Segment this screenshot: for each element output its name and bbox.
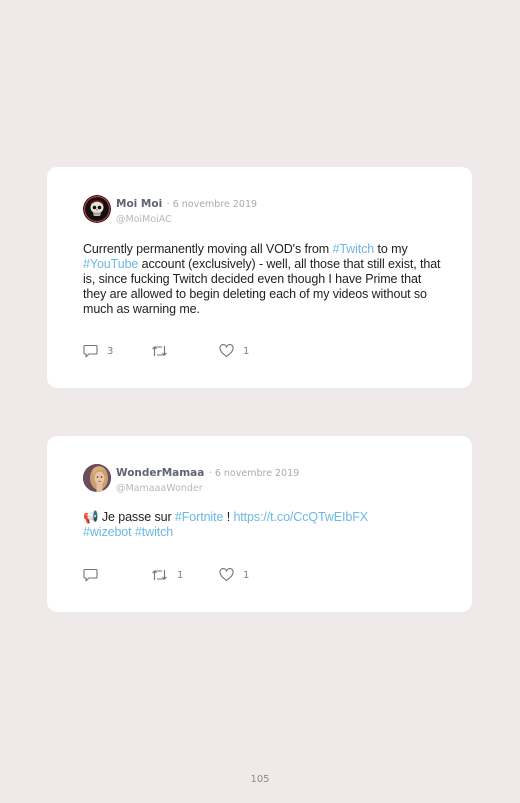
- tweet-text: 📢 Je passe sur #Fortnite ! https://t.co/…: [83, 510, 443, 540]
- retweet-icon: [152, 570, 167, 580]
- like-count: 1: [243, 569, 250, 581]
- author-name[interactable]: Moi Moi: [116, 198, 162, 210]
- page-number: 105: [250, 774, 270, 785]
- hashtag-link[interactable]: #Fortnite: [175, 510, 224, 524]
- reply-button[interactable]: [83, 567, 107, 583]
- avatar[interactable]: [83, 195, 111, 223]
- tweet-header: Moi Moi · 6 novembre 2019 @MoiMoiAC: [116, 196, 257, 226]
- heart-icon: [219, 344, 234, 358]
- hashtag-link[interactable]: #wizebot: [83, 525, 132, 539]
- reply-icon: [83, 344, 98, 358]
- author-name[interactable]: WonderMamaa: [116, 467, 204, 479]
- like-count: 1: [243, 345, 250, 357]
- retweet-button[interactable]: 1: [151, 567, 183, 583]
- reply-count: 3: [107, 345, 114, 357]
- text-segment: Je passe sur: [98, 510, 175, 524]
- text-segment: !: [223, 510, 234, 524]
- hashtag-link[interactable]: #twitch: [135, 525, 173, 539]
- hashtag-link[interactable]: #Twitch: [332, 242, 374, 256]
- skull-avatar-icon: [83, 195, 111, 223]
- portrait-avatar-icon: [83, 464, 111, 492]
- tweet-actions: 3 1: [83, 343, 423, 359]
- tweet-date[interactable]: · 6 novembre 2019: [167, 199, 257, 210]
- tweet-text: Currently permanently moving all VOD's f…: [83, 242, 443, 317]
- reply-icon: [83, 568, 98, 582]
- tweet-card: WonderMamaa · 6 novembre 2019 @MamaaaWon…: [47, 436, 472, 612]
- tweet-date[interactable]: · 6 novembre 2019: [209, 468, 299, 479]
- heart-icon: [219, 568, 234, 582]
- retweet-count: 1: [177, 569, 184, 581]
- tweet-card: Moi Moi · 6 novembre 2019 @MoiMoiAC Curr…: [47, 167, 472, 388]
- tweet-header: WonderMamaa · 6 novembre 2019 @MamaaaWon…: [116, 465, 299, 495]
- megaphone-icon: 📢: [83, 510, 99, 524]
- like-button[interactable]: 1: [219, 343, 249, 359]
- like-button[interactable]: 1: [219, 567, 249, 583]
- avatar[interactable]: [83, 464, 111, 492]
- tweet-actions: 1 1: [83, 567, 423, 583]
- text-segment: Currently permanently moving all VOD's f…: [83, 242, 333, 256]
- hashtag-link[interactable]: #YouTube: [83, 257, 138, 271]
- text-segment: to my: [374, 242, 408, 256]
- author-handle[interactable]: @MamaaaWonder: [116, 483, 203, 494]
- retweet-button[interactable]: [151, 343, 177, 359]
- author-handle[interactable]: @MoiMoiAC: [116, 214, 172, 225]
- reply-button[interactable]: 3: [83, 343, 113, 359]
- url-link[interactable]: https://t.co/CcQTwEIbFX: [233, 510, 368, 524]
- retweet-icon: [152, 346, 167, 356]
